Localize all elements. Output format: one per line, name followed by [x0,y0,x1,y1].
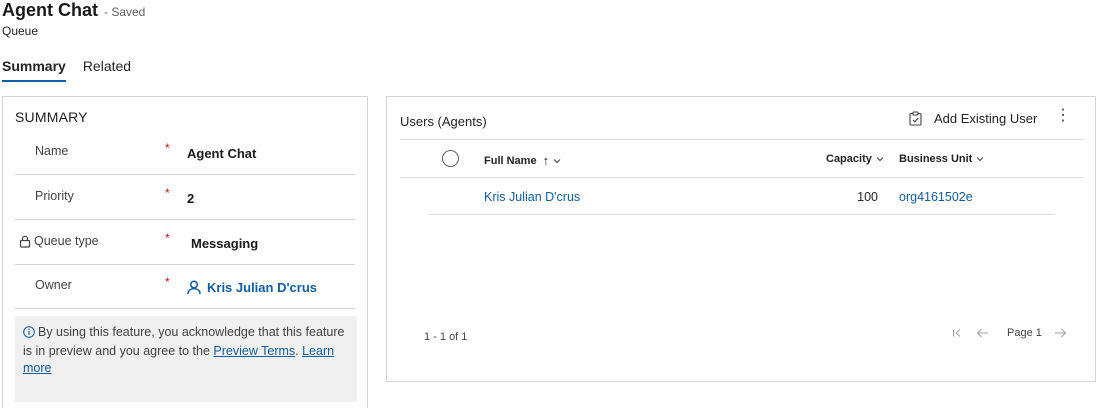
tab-bar: Summary Related [2,58,148,82]
page-title-row: Agent Chat - Saved [2,0,145,21]
more-options-icon[interactable]: ⋮ [1055,108,1071,124]
table-row[interactable]: Kris Julian D'crus 100 org4161502e [428,178,1055,215]
section-title: SUMMARY [15,109,88,125]
summary-section: SUMMARY Name * Agent Chat Priority * 2 Q… [2,96,368,408]
sort-ascending-icon: ↑ [542,153,550,168]
field-owner[interactable]: Owner * Kris Julian D'crus [15,265,355,309]
select-all-checkbox[interactable] [442,150,459,167]
full-name-header-label: Full Name [484,154,537,167]
page-label: Page 1 [1007,327,1042,339]
clipboard-add-icon [909,111,922,126]
queue-type-value: Messaging [191,236,259,251]
capacity-header-label: Capacity [826,153,872,165]
field-name[interactable]: Name * Agent Chat [15,131,355,175]
required-marker: * [165,231,170,245]
page-title: Agent Chat [2,0,98,20]
business-unit-header-label: Business Unit [899,153,973,165]
tab-summary[interactable]: Summary [2,58,66,82]
queue-type-label: Queue type [34,234,99,248]
field-label-owner: Owner [35,278,72,292]
preview-terms-link[interactable]: Preview Terms [213,344,295,358]
field-queue-type[interactable]: Queue type * Messaging [15,221,355,265]
chevron-down-icon [976,157,984,162]
column-header-capacity[interactable]: Capacity [826,153,884,165]
name-value[interactable]: Agent Chat [187,146,256,161]
pagination: Page 1 [952,327,1067,339]
required-marker: * [165,275,170,289]
tab-related[interactable]: Related [83,58,131,82]
person-icon [187,280,201,295]
full-name-cell[interactable]: Kris Julian D'crus [484,190,580,204]
previous-page-icon[interactable] [976,328,989,338]
users-agents-grid: Users (Agents) Add Existing User ⋮ Full … [386,96,1096,382]
required-marker: * [165,141,170,155]
chevron-down-icon [876,157,884,162]
lock-icon [19,235,31,248]
chevron-down-icon [553,158,561,163]
record-count: 1 - 1 of 1 [424,331,468,343]
business-unit-cell[interactable]: org4161502e [899,190,973,204]
column-header-business-unit[interactable]: Business Unit [899,153,984,165]
capacity-cell: 100 [857,190,878,204]
entity-type: Queue [2,24,39,38]
first-page-icon[interactable] [952,328,962,338]
field-priority[interactable]: Priority * 2 [15,176,355,220]
column-header-full-name[interactable]: Full Name ↑ [484,153,561,168]
next-page-icon[interactable] [1054,328,1067,338]
info-icon [23,326,35,343]
owner-link[interactable]: Kris Julian D'crus [187,280,317,295]
required-marker: * [165,186,170,200]
priority-value[interactable]: 2 [187,191,194,206]
owner-name: Kris Julian D'crus [207,280,318,295]
add-existing-user-label: Add Existing User [934,111,1038,126]
preview-notice: By using this feature, you acknowledge t… [15,316,357,402]
add-existing-user-button[interactable]: Add Existing User [909,111,1037,126]
field-label-priority: Priority [35,189,74,203]
field-label-queue-type: Queue type [19,234,99,248]
grid-title: Users (Agents) [400,114,487,129]
field-label-name: Name [35,144,69,158]
save-status: - Saved [104,5,146,19]
divider [400,139,1084,140]
notice-period: . [295,344,299,358]
